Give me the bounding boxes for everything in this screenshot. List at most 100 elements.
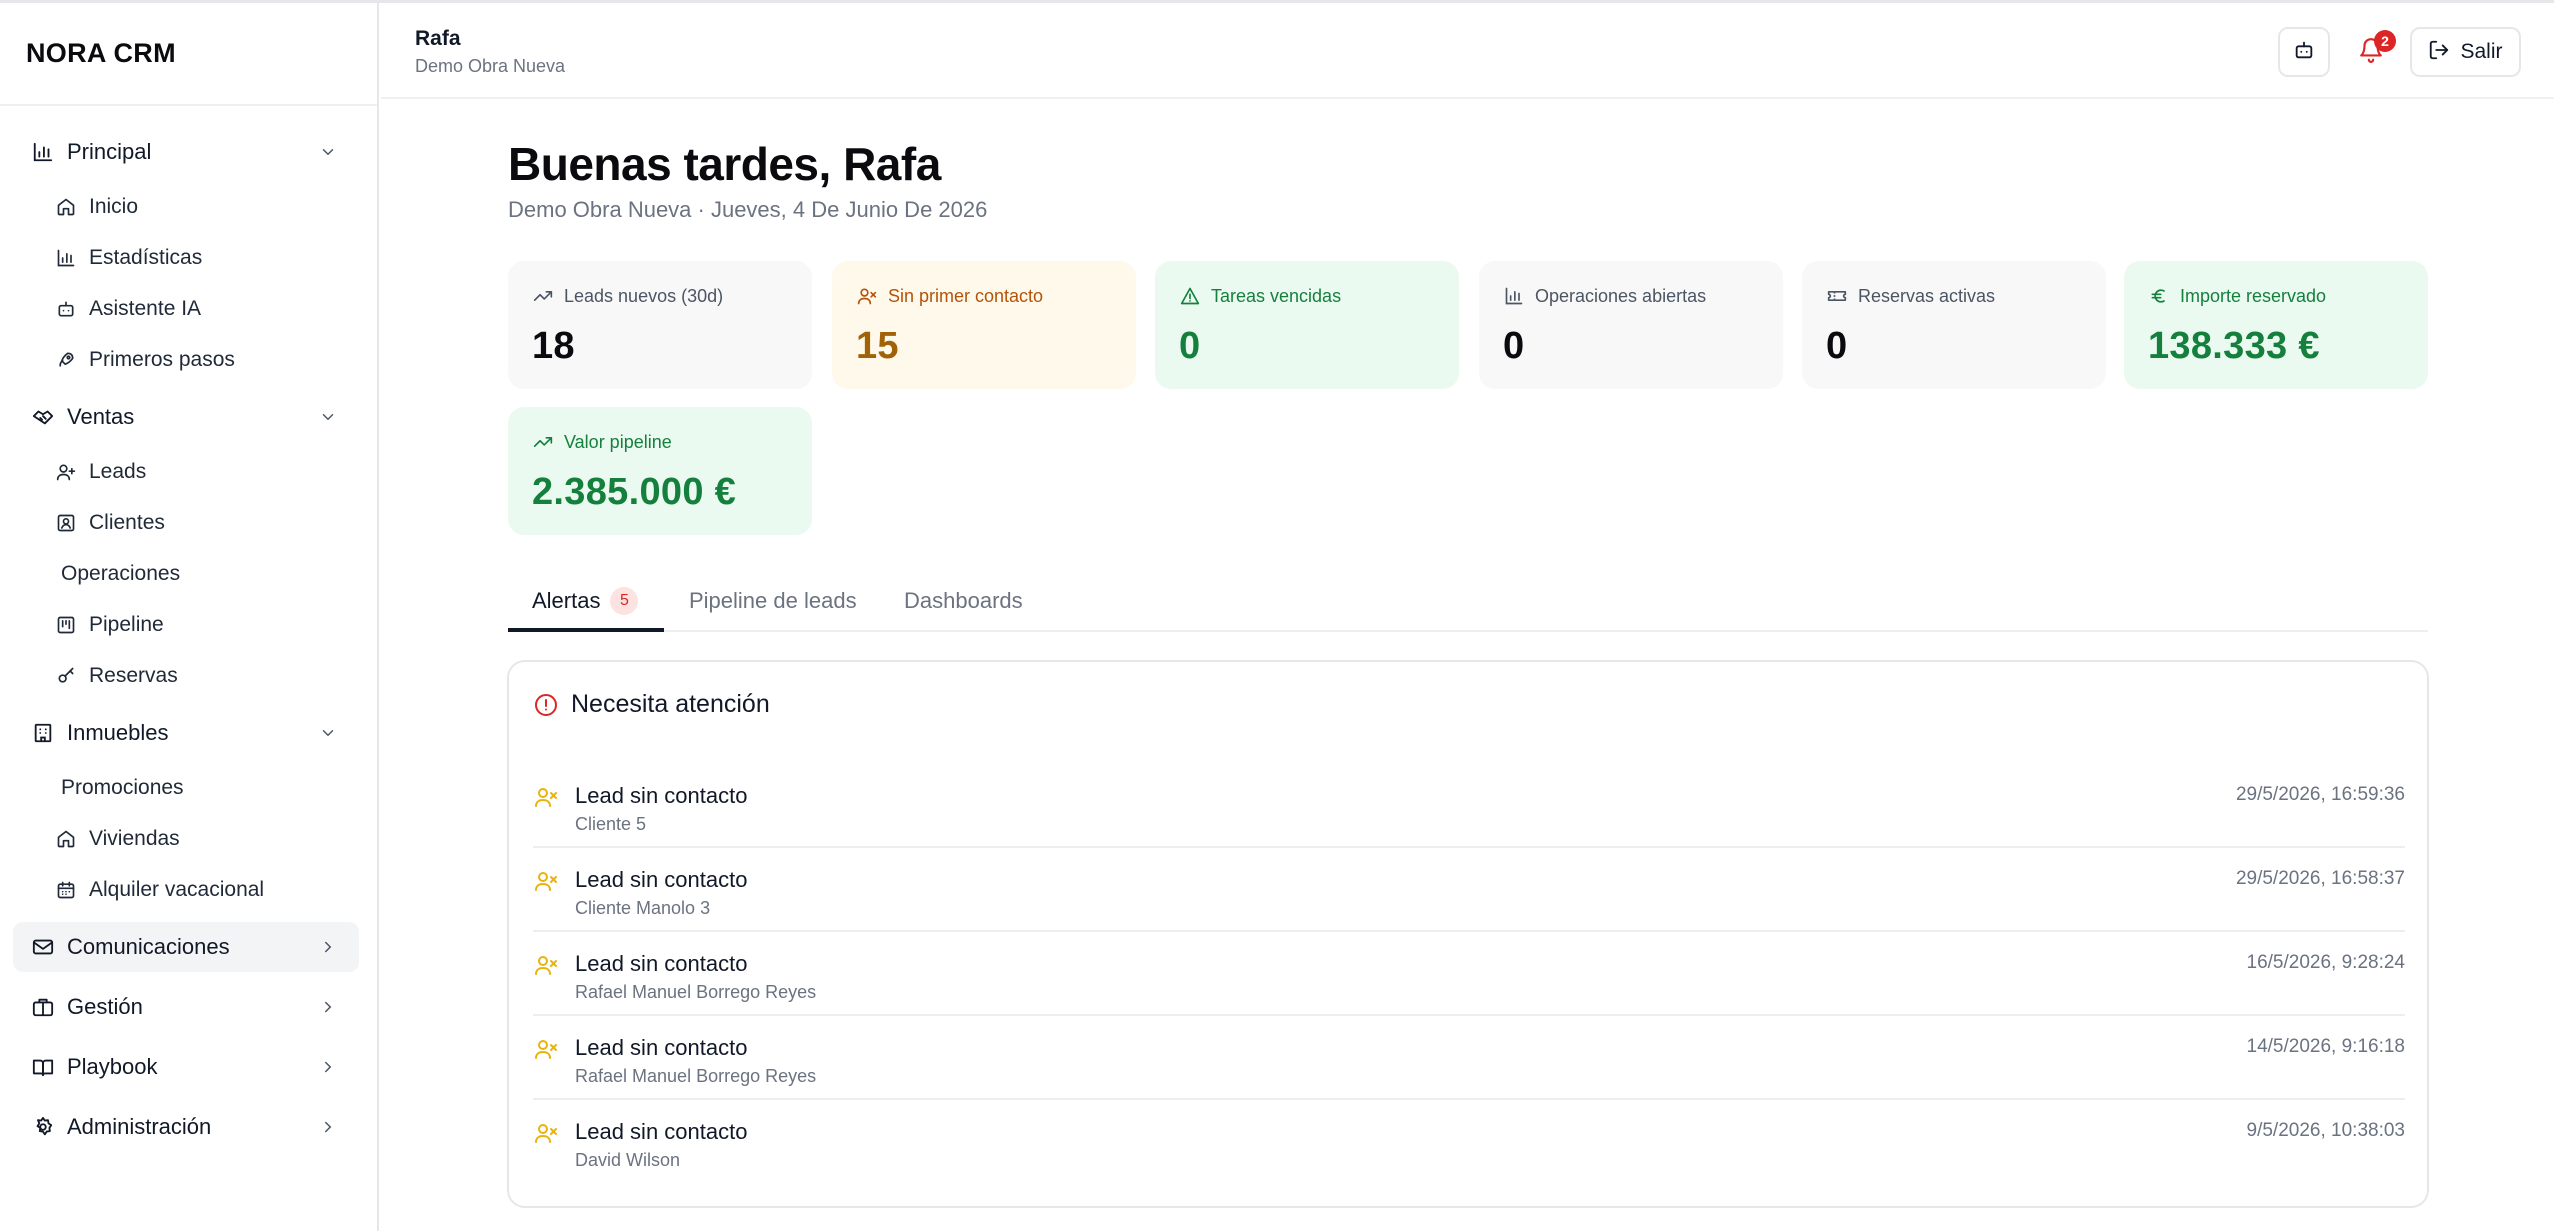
alert-circle-icon — [533, 692, 559, 718]
alert-title: Lead sin contacto — [575, 783, 748, 808]
alert-timestamp: 29/5/2026, 16:59:36 — [2235, 784, 2405, 805]
sidebar-section-gestion[interactable]: Gestión — [13, 982, 359, 1032]
kpi-label: Operaciones abiertas — [1535, 285, 1707, 306]
handshake-icon — [31, 405, 55, 429]
tab-pipeline-de-leads[interactable]: Pipeline de leads — [689, 570, 857, 632]
brand-logo[interactable]: NORA CRM — [26, 38, 176, 69]
logout-button[interactable]: Salir — [2410, 27, 2521, 77]
sidebar-item-label: Operaciones — [61, 562, 181, 585]
home-icon — [55, 828, 77, 850]
alert-subtitle: David Wilson — [575, 1150, 681, 1170]
sidebar-item-reservas[interactable]: Reservas — [55, 656, 178, 696]
user-name: Rafa — [415, 27, 461, 50]
bar-chart-icon — [31, 140, 55, 164]
sidebar-section-comunicaciones[interactable]: Comunicaciones — [13, 922, 359, 972]
alert-row[interactable]: Lead sin contacto Rafael Manuel Borrego … — [533, 932, 2405, 1016]
sidebar-item-label: Alquiler vacacional — [89, 878, 265, 901]
alert-row[interactable]: Lead sin contacto Rafael Manuel Borrego … — [533, 1016, 2405, 1100]
kpi-card-sin-primer-contacto[interactable]: Sin primer contacto 15 — [832, 261, 1136, 389]
sidebar-section-inmuebles[interactable]: Inmuebles — [13, 708, 359, 758]
divider — [0, 104, 377, 106]
alert-title: Lead sin contacto — [575, 1119, 748, 1144]
mail-icon — [31, 935, 55, 959]
sidebar-item-asistente-ia[interactable]: Asistente IA — [55, 289, 201, 329]
sidebar: NORA CRM Principal Inicio Estadísticas A… — [0, 3, 379, 1231]
sidebar-item-leads[interactable]: Leads — [55, 452, 146, 492]
calendar-icon — [55, 879, 77, 901]
sidebar-item-label: Pipeline — [89, 613, 164, 636]
sidebar-section-principal[interactable]: Principal — [13, 127, 359, 177]
sidebar-item-promociones[interactable]: Promociones — [61, 768, 184, 808]
notification-count-badge: 2 — [2374, 30, 2396, 52]
kpi-card-reservas-activas[interactable]: Reservas activas 0 — [1802, 261, 2106, 389]
sidebar-item-label: Clientes — [89, 511, 165, 534]
sidebar-section-label: Playbook — [67, 1054, 158, 1079]
sidebar-section-administracion[interactable]: Administración — [13, 1102, 359, 1152]
kpi-value: 0 — [1826, 325, 1848, 367]
kpi-value: 0 — [1179, 325, 1201, 367]
tab-label: Alertas — [532, 588, 601, 613]
sidebar-item-clientes[interactable]: Clientes — [55, 503, 165, 543]
sidebar-item-viviendas[interactable]: Viviendas — [55, 819, 180, 859]
sidebar-item-inicio[interactable]: Inicio — [55, 187, 138, 227]
page-title: Buenas tardes, Rafa — [508, 138, 941, 190]
alert-subtitle: Rafael Manuel Borrego Reyes — [575, 1066, 817, 1086]
gear-icon — [31, 1115, 55, 1139]
kpi-card-leads-nuevos[interactable]: Leads nuevos (30d) 18 — [508, 261, 812, 389]
kpi-card-valor-pipeline[interactable]: Valor pipeline 2.385.000 € — [508, 407, 812, 535]
alert-row[interactable]: Lead sin contacto David Wilson 9/5/2026,… — [533, 1100, 2405, 1184]
chevron-right-icon — [317, 1116, 339, 1138]
user-x-icon — [533, 1036, 559, 1062]
sidebar-item-label: Estadísticas — [89, 246, 203, 269]
sidebar-item-estadisticas[interactable]: Estadísticas — [55, 238, 202, 278]
bar-chart-icon — [1503, 285, 1525, 307]
kpi-card-tareas-vencidas[interactable]: Tareas vencidas 0 — [1155, 261, 1459, 389]
kpi-label: Tareas vencidas — [1211, 285, 1342, 306]
alerts-panel: Necesita atención Lead sin contacto Clie… — [507, 660, 2429, 1208]
contact-icon — [55, 512, 77, 534]
alert-row[interactable]: Lead sin contacto Cliente 5 29/5/2026, 1… — [533, 764, 2405, 848]
kpi-card-importe-reservado[interactable]: Importe reservado 138.333 € — [2124, 261, 2428, 389]
page-subtitle: Demo Obra Nueva · Jueves, 4 De Junio De … — [508, 197, 988, 222]
tab-alertas[interactable]: Alertas 5 — [532, 570, 639, 632]
kpi-label: Leads nuevos (30d) — [564, 285, 724, 306]
chevron-down-icon — [317, 406, 339, 428]
tab-label: Dashboards — [904, 588, 1023, 613]
home-icon — [55, 196, 77, 218]
sidebar-item-alquiler-vacacional[interactable]: Alquiler vacacional — [55, 870, 264, 910]
sidebar-item-operaciones[interactable]: Operaciones — [61, 554, 180, 594]
user-x-icon — [856, 285, 878, 307]
sidebar-section-playbook[interactable]: Playbook — [13, 1042, 359, 1092]
sidebar-item-label: Reservas — [89, 664, 178, 687]
kpi-card-operaciones-abiertas[interactable]: Operaciones abiertas 0 — [1479, 261, 1783, 389]
sidebar-item-label: Leads — [89, 460, 147, 483]
sidebar-section-ventas[interactable]: Ventas — [13, 392, 359, 442]
assistant-button[interactable] — [2278, 27, 2330, 77]
active-tab-indicator — [508, 628, 664, 632]
kpi-label: Sin primer contacto — [888, 285, 1044, 306]
user-x-icon — [533, 1120, 559, 1146]
alert-timestamp: 16/5/2026, 9:28:24 — [2246, 952, 2405, 973]
sidebar-item-label: Asistente IA — [89, 297, 202, 320]
alert-title: Lead sin contacto — [575, 951, 748, 976]
sidebar-item-pipeline[interactable]: Pipeline — [55, 605, 164, 645]
panel-title: Necesita atención — [533, 690, 770, 719]
alert-triangle-icon — [1179, 285, 1201, 307]
alert-subtitle: Rafael Manuel Borrego Reyes — [575, 982, 817, 1002]
sidebar-section-label: Ventas — [67, 404, 135, 429]
trending-up-icon — [532, 285, 554, 307]
alert-title: Lead sin contacto — [575, 867, 748, 892]
user-x-icon — [533, 784, 559, 810]
sidebar-item-primeros-pasos[interactable]: Primeros pasos — [55, 340, 235, 380]
sidebar-section-label: Inmuebles — [67, 720, 169, 745]
alert-timestamp: 14/5/2026, 9:16:18 — [2246, 1036, 2405, 1057]
notifications-button[interactable]: 2 — [2346, 27, 2396, 77]
organization-name: Demo Obra Nueva — [415, 56, 566, 76]
briefcase-icon — [31, 995, 55, 1019]
bot-icon — [2293, 39, 2315, 66]
sidebar-item-label: Promociones — [61, 776, 184, 799]
user-x-icon — [533, 868, 559, 894]
alert-row[interactable]: Lead sin contacto Cliente Manolo 3 29/5/… — [533, 848, 2405, 932]
tab-dashboards[interactable]: Dashboards — [904, 570, 1023, 632]
alert-timestamp: 9/5/2026, 10:38:03 — [2246, 1120, 2405, 1141]
